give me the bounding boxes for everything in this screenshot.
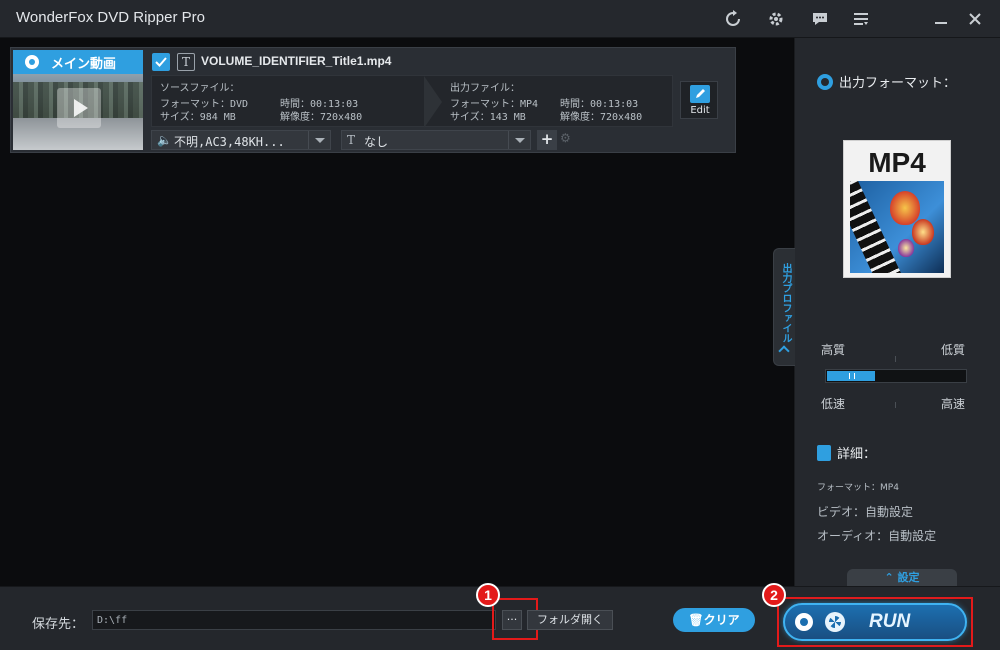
video-item-card[interactable]: メイン動画 T VOLUME_IDENTIFIER_Title1.mp4 ソース…	[10, 47, 736, 153]
output-folder-label: 保存先：	[32, 617, 85, 632]
source-resolution: 解像度：720x480	[280, 112, 363, 123]
chevron-down-icon	[308, 131, 330, 149]
edit-icon	[690, 85, 710, 103]
file-name: VOLUME_IDENTIFIER_Title1.mp4	[201, 54, 392, 68]
details-title: 詳細：	[817, 443, 876, 462]
rename-icon[interactable]: T	[177, 53, 195, 71]
chevron-up-icon: ⌃	[884, 571, 898, 584]
format-name: MP4	[868, 147, 926, 178]
subtitle-settings-icon[interactable]: ⚙	[560, 131, 580, 149]
speed-slow-label: 低速	[821, 397, 846, 411]
chevron-up-icon	[778, 345, 790, 357]
speaker-icon: 🔈	[157, 133, 172, 147]
edit-button[interactable]: Edit	[680, 81, 718, 119]
menu-icon[interactable]	[850, 8, 872, 30]
file-list-area: メイン動画 T VOLUME_IDENTIFIER_Title1.mp4 ソース…	[0, 38, 793, 586]
quality-slider[interactable]	[825, 369, 967, 383]
mp4-format-icon	[850, 181, 944, 273]
output-size: サイズ：143 MB	[450, 112, 526, 123]
audio-track-dropdown[interactable]: 🔈 不明,AC3,48KH...	[151, 130, 331, 150]
main-title-label: メイン動画	[13, 50, 143, 74]
output-format-title: 出力フォーマット：	[817, 72, 956, 91]
item-checkbox[interactable]	[152, 53, 170, 71]
clear-button[interactable]: 🗑クリア	[673, 608, 755, 632]
detail-video: ビデオ：自動設定	[817, 505, 914, 519]
settings-button[interactable]: ⌃ 設定	[847, 569, 957, 586]
checkmark-icon	[155, 57, 167, 67]
browse-folder-button[interactable]: ···	[502, 610, 522, 630]
output-panel: 出力プロファイル 出力フォーマット： MP4 高質 低質 低速 高速 詳細： フ…	[773, 38, 1000, 586]
subtitle-icon: T	[347, 133, 356, 147]
document-settings-icon	[817, 445, 831, 461]
detail-audio: オーディオ：自動設定	[817, 529, 937, 543]
disc-icon	[25, 55, 39, 69]
feedback-icon[interactable]	[809, 8, 831, 30]
close-icon[interactable]	[964, 8, 986, 30]
source-header: ソースファイル：	[160, 83, 240, 94]
minimize-icon[interactable]	[930, 8, 952, 30]
output-format-selector[interactable]: MP4	[843, 140, 951, 278]
title-bar: WonderFox DVD Ripper Pro	[0, 0, 1000, 38]
video-thumbnail[interactable]: メイン動画	[13, 50, 143, 150]
output-folder-input[interactable]	[92, 610, 496, 630]
subtitle-dropdown[interactable]: T なし	[341, 130, 531, 150]
trash-icon: 🗑	[688, 613, 704, 627]
refresh-icon[interactable]	[722, 8, 744, 30]
open-folder-button[interactable]: フォルダ開く	[527, 610, 613, 630]
speed-fast-label: 高速	[941, 397, 966, 411]
output-resolution: 解像度：720x480	[560, 112, 643, 123]
output-profile-tab[interactable]: 出力プロファイル	[773, 248, 795, 366]
output-header: 出力ファイル：	[450, 83, 520, 94]
chevron-down-icon	[508, 131, 530, 149]
disc-icon	[795, 613, 813, 631]
source-size: サイズ：984 MB	[160, 112, 236, 123]
quality-slider-fill	[827, 371, 875, 381]
slider-grip-icon[interactable]	[849, 373, 855, 379]
thumbnail-image	[13, 74, 143, 150]
arrow-icon	[424, 76, 442, 128]
app-title: WonderFox DVD Ripper Pro	[16, 9, 205, 26]
step-badge-2: 2	[762, 583, 786, 607]
add-subtitle-button[interactable]: +	[537, 130, 557, 150]
file-info-panel: ソースファイル： フォーマット：DVD サイズ：984 MB 時間：00:13:…	[151, 75, 673, 128]
film-reel-icon	[825, 612, 845, 632]
play-icon[interactable]	[57, 88, 101, 128]
film-reel-icon	[817, 74, 833, 90]
detail-format: フォーマット：MP4	[817, 483, 899, 493]
bottom-bar: 保存先： ··· 1 フォルダ開く 🗑クリア RUN 2	[0, 583, 1000, 650]
settings-icon[interactable]	[765, 8, 787, 30]
step-badge-1: 1	[476, 583, 500, 607]
run-button[interactable]: RUN	[783, 603, 967, 641]
